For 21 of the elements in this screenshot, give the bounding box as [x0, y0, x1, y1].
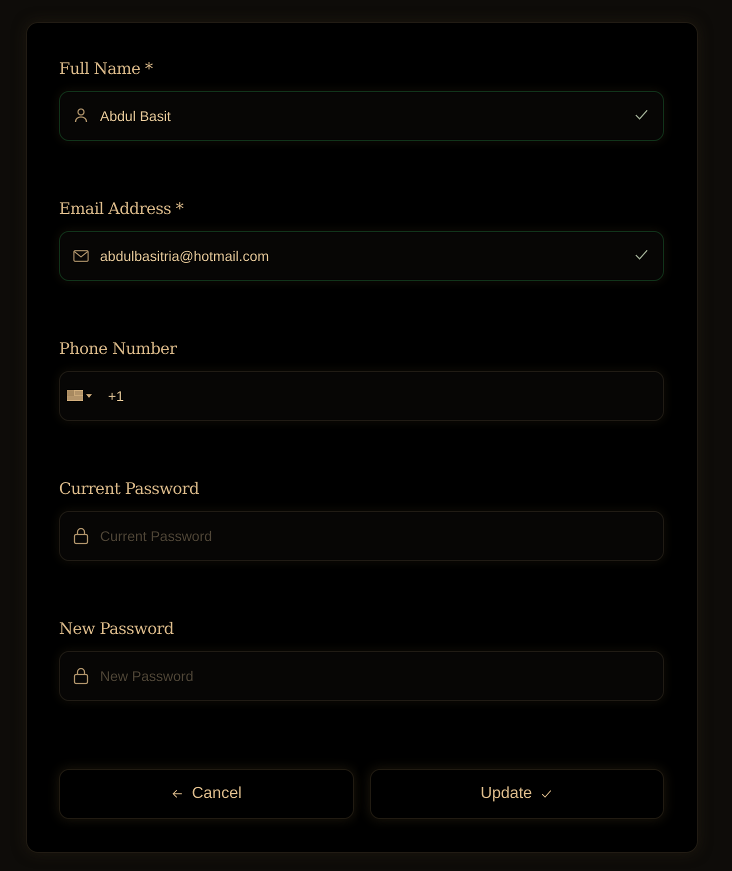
flag-icon	[67, 390, 83, 401]
person-icon	[73, 107, 89, 125]
caret-icon	[86, 394, 92, 398]
update-button[interactable]: Update	[370, 769, 664, 819]
field-label: New Password	[59, 618, 175, 640]
cancel-button[interactable]: Cancel	[59, 769, 354, 819]
field-label: Full Name *	[59, 58, 154, 80]
field-label: Current Password	[59, 478, 200, 500]
check-icon	[540, 788, 554, 800]
input-field[interactable]: Current Password	[59, 511, 664, 561]
lock-icon	[73, 527, 89, 545]
lock-icon	[73, 667, 89, 685]
input-field[interactable]: New Password	[59, 651, 664, 701]
input-field[interactable]: abdulbasitria@hotmail.com	[59, 231, 664, 281]
country-selector[interactable]	[67, 390, 92, 401]
input-field[interactable]: Abdul Basit	[59, 91, 664, 141]
phone-field[interactable]: +1	[59, 371, 664, 421]
field-label: Phone Number	[59, 338, 178, 360]
field-label: Email Address *	[59, 198, 184, 220]
mail-icon	[73, 247, 89, 265]
arrow-left-icon	[170, 788, 184, 800]
